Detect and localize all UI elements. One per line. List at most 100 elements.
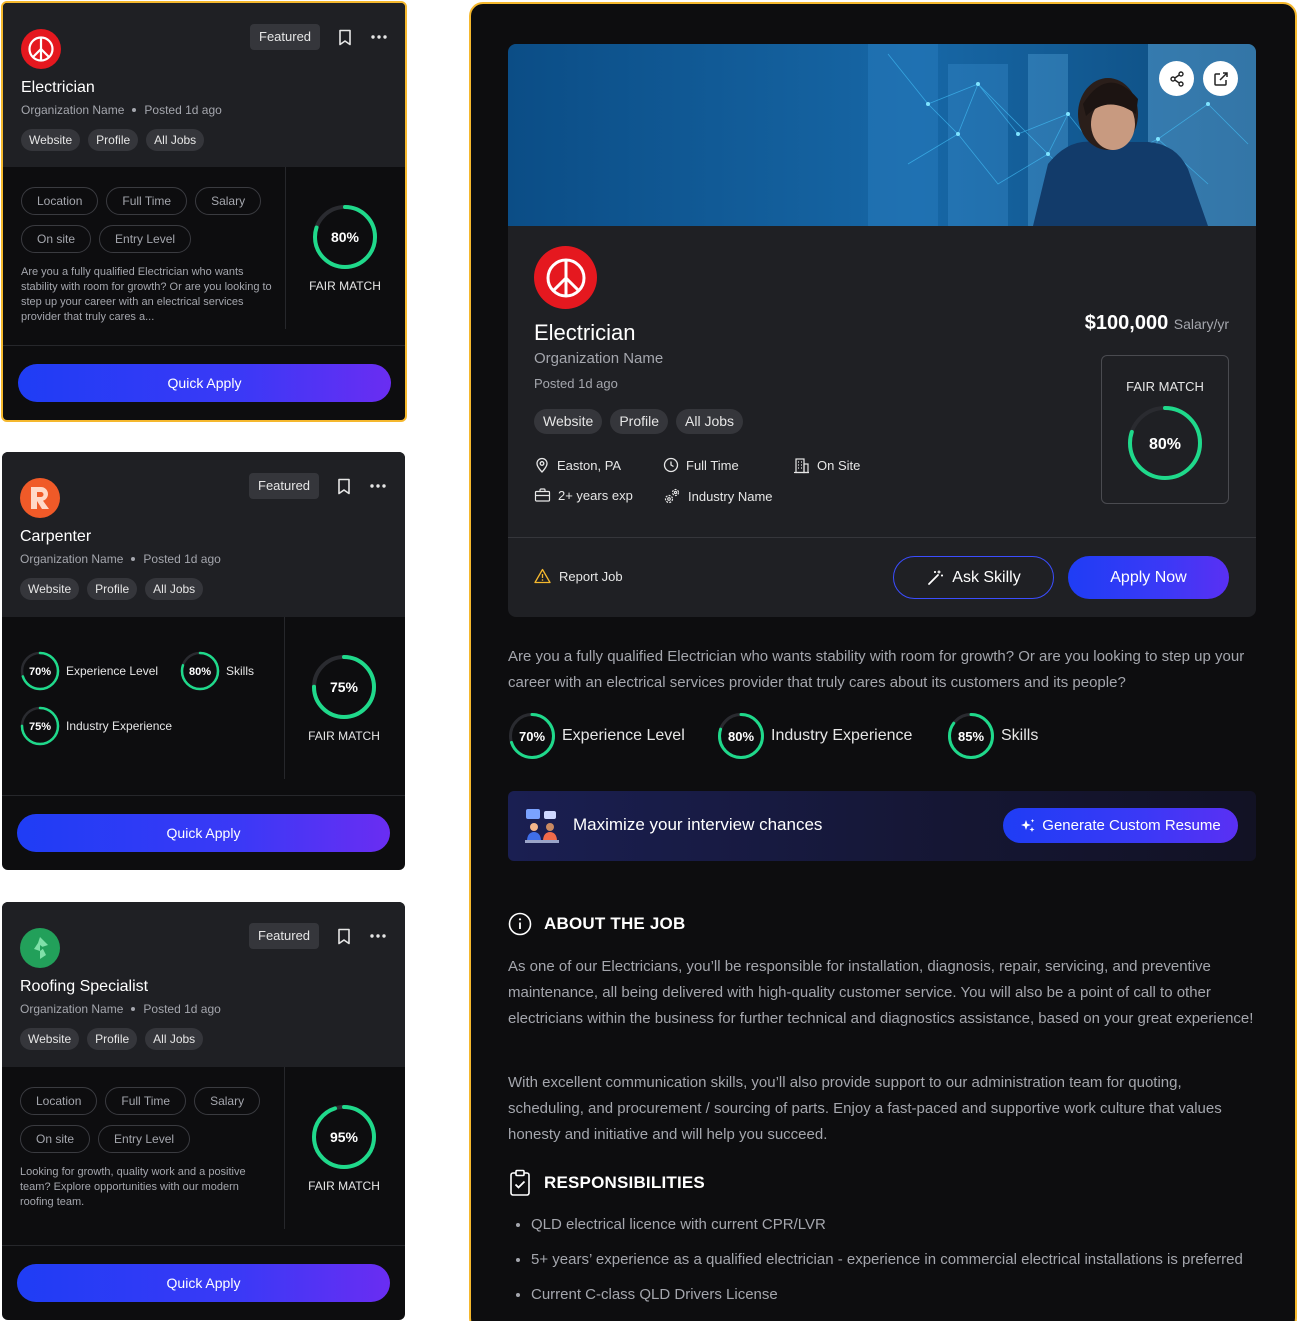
card-header: Featured Electrician Organization Name Po… <box>3 3 405 167</box>
building-icon <box>794 458 809 474</box>
open-external-button[interactable] <box>1203 61 1238 96</box>
skill-experience-level: 70% Experience Level <box>20 651 158 691</box>
all-jobs-link[interactable]: All Jobs <box>146 129 205 151</box>
tag-site: On site <box>20 1125 91 1153</box>
briefcase-icon <box>534 488 551 502</box>
profile-link[interactable]: Profile <box>610 409 669 434</box>
tag-salary: Salary <box>195 187 262 215</box>
skill-ring: 85% <box>948 713 994 759</box>
report-job-link[interactable]: Report Job <box>534 568 623 584</box>
match-label: FAIR MATCH <box>308 729 380 743</box>
skill-skills: 85% Skills <box>947 712 1038 760</box>
card-header: Featured Roofing Specialist Organization… <box>2 902 405 1067</box>
job-title[interactable]: Carpenter <box>20 528 91 546</box>
tag-site: On site <box>21 225 92 253</box>
job-detail-panel: Electrician Organization Name Posted 1d … <box>469 2 1297 1321</box>
website-link[interactable]: Website <box>21 129 81 151</box>
org-name[interactable]: Organization Name <box>534 350 663 367</box>
org-name[interactable]: Organization Name <box>20 1002 123 1016</box>
website-link[interactable]: Website <box>20 1028 80 1050</box>
job-site: On Site <box>793 457 860 474</box>
quick-apply-button[interactable]: Quick Apply <box>18 364 391 402</box>
profile-link[interactable]: Profile <box>87 578 138 600</box>
job-card-electrician[interactable]: Featured Electrician Organization Name Po… <box>1 1 407 422</box>
experience-text: 2+ years exp <box>558 487 633 503</box>
bookmark-icon[interactable] <box>333 475 355 497</box>
more-icon[interactable] <box>368 26 390 48</box>
generate-label: Generate Custom Resume <box>1042 817 1221 834</box>
all-jobs-link[interactable]: All Jobs <box>145 578 204 600</box>
skill-ring: 70% <box>20 651 60 691</box>
divider <box>508 537 1256 538</box>
job-card-carpenter[interactable]: Featured Carpenter Organization Name Post… <box>2 452 405 870</box>
match-ring: 80% <box>1128 406 1202 480</box>
sparkle-icon <box>1021 818 1035 832</box>
skill-label: Experience Level <box>562 727 685 744</box>
share-button[interactable] <box>1159 61 1194 96</box>
ask-skilly-button[interactable]: Ask Skilly <box>893 556 1054 599</box>
company-links: Website Profile All Jobs <box>20 1028 204 1050</box>
skill-value: 70% <box>519 729 545 744</box>
website-link[interactable]: Website <box>534 409 603 434</box>
gears-icon <box>664 488 680 504</box>
profile-link[interactable]: Profile <box>88 129 139 151</box>
all-jobs-link[interactable]: All Jobs <box>676 409 744 434</box>
generate-resume-button[interactable]: Generate Custom Resume <box>1003 808 1238 843</box>
skill-ring: 80% <box>718 713 764 759</box>
job-meta: Organization Name Posted 1d ago <box>20 1002 221 1016</box>
more-icon[interactable] <box>367 475 389 497</box>
company-logo <box>21 29 61 69</box>
skill-label: Skills <box>1001 727 1039 744</box>
interview-illustration-icon <box>525 809 559 843</box>
job-meta: Organization Name Posted 1d ago <box>21 103 222 117</box>
company-logo <box>534 246 597 309</box>
posted-date: Posted 1d ago <box>534 376 618 391</box>
skill-value: 75% <box>29 721 51 733</box>
leaf-brand-icon <box>34 937 48 959</box>
info-icon <box>508 912 532 936</box>
website-link[interactable]: Website <box>20 578 80 600</box>
card-body: 70% Experience Level 80% Skills 75% Indu… <box>2 617 405 795</box>
org-name[interactable]: Organization Name <box>21 103 124 117</box>
card-footer: Quick Apply <box>2 1245 405 1320</box>
salary-unit: Salary/yr <box>1173 316 1229 332</box>
location-text: Easton, PA <box>557 457 622 473</box>
bookmark-icon[interactable] <box>333 925 355 947</box>
profile-link[interactable]: Profile <box>87 1028 138 1050</box>
clipboard-check-icon <box>510 1169 530 1196</box>
site-text: On Site <box>817 458 861 473</box>
match-score: 80% FAIR MATCH <box>303 203 387 293</box>
quick-apply-button[interactable]: Quick Apply <box>17 1264 390 1302</box>
responsibilities-list: QLD electrical licence with current CPR/… <box>508 1212 1254 1317</box>
about-paragraph-1: As one of our Electricians, you’ll be re… <box>508 958 1254 1027</box>
bookmark-icon[interactable] <box>334 26 356 48</box>
promo-text: Maximize your interview chances <box>573 815 823 834</box>
match-value: 95% <box>330 1129 359 1145</box>
skill-industry-experience: 80% Industry Experience <box>717 712 912 760</box>
job-title: Electrician <box>534 320 636 345</box>
skill-ring: 80% <box>180 651 220 691</box>
job-card-roofing-specialist[interactable]: Featured Roofing Specialist Organization… <box>2 902 405 1320</box>
skill-value: 85% <box>958 729 984 744</box>
featured-badge: Featured <box>249 473 320 499</box>
card-footer: Quick Apply <box>3 345 405 420</box>
match-ring: 75% <box>312 655 376 719</box>
job-experience: 2+ years exp <box>534 487 633 503</box>
resume-promo-banner: Maximize your interview chances Generate… <box>508 791 1256 861</box>
tag-level: Entry Level <box>98 1125 191 1153</box>
job-title[interactable]: Electrician <box>21 79 95 97</box>
more-icon[interactable] <box>367 925 389 947</box>
job-title[interactable]: Roofing Specialist <box>20 978 148 996</box>
skill-label: Industry Experience <box>66 719 173 733</box>
responsibilities-title: RESPONSIBILITIES <box>544 1173 705 1192</box>
featured-badge: Featured <box>249 923 320 949</box>
tag-salary: Salary <box>194 1087 261 1115</box>
job-meta: Organization Name Posted 1d ago <box>20 552 221 566</box>
external-link-icon <box>1213 71 1228 86</box>
org-name[interactable]: Organization Name <box>20 552 123 566</box>
card-footer: Quick Apply <box>2 795 405 870</box>
job-tags: Location Full Time Salary On site Entry … <box>20 1087 270 1153</box>
apply-now-button[interactable]: Apply Now <box>1068 556 1229 599</box>
quick-apply-button[interactable]: Quick Apply <box>17 814 390 852</box>
all-jobs-link[interactable]: All Jobs <box>145 1028 204 1050</box>
